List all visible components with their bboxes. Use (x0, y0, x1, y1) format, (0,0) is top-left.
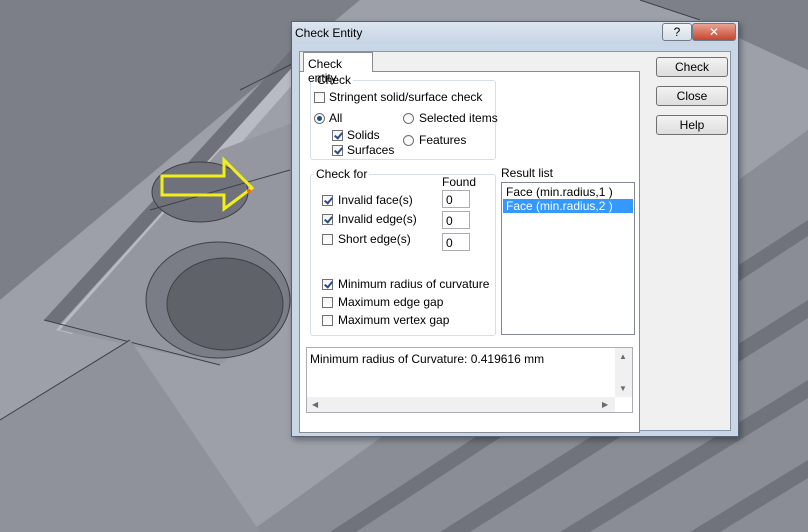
title-bar[interactable]: Check Entity ? ✕ (292, 22, 738, 44)
help-icon: ? (673, 25, 681, 39)
scroll-down-icon[interactable]: ▼ (619, 385, 627, 393)
vertical-scrollbar[interactable]: ▲ ▼ (615, 348, 632, 397)
invalid-faces-checkbox[interactable] (322, 195, 333, 206)
scope-features-radio[interactable] (403, 135, 414, 146)
list-item[interactable]: Face (min.radius,1 ) (503, 185, 633, 199)
max-vertex-gap-checkbox[interactable] (322, 315, 333, 326)
invalid-edges-checkbox[interactable] (322, 214, 333, 225)
horizontal-scrollbar[interactable]: ◀ ▶ (307, 397, 615, 412)
close-button-label: Close (676, 89, 708, 103)
scroll-left-icon[interactable]: ◀ (312, 401, 318, 409)
close-icon: ✕ (708, 25, 720, 39)
surfaces-checkbox[interactable] (332, 145, 343, 156)
message-text: Minimum radius of Curvature: 0.419616 mm (310, 352, 545, 366)
scope-all-label: All (329, 111, 343, 125)
help-button-label: Help (679, 118, 705, 132)
dialog-title: Check Entity (295, 26, 363, 40)
list-item[interactable]: Face (min.radius,2 ) (503, 199, 633, 213)
titlebar-close-button[interactable]: ✕ (692, 23, 736, 41)
short-edges-found: 0 (442, 233, 470, 251)
tab-check-entity[interactable]: Check entity (303, 52, 373, 85)
scope-features-label: Features (419, 133, 467, 147)
scroll-right-icon[interactable]: ▶ (602, 401, 608, 409)
stringent-checkbox[interactable] (314, 92, 325, 103)
message-textbox[interactable]: Minimum radius of Curvature: 0.419616 mm… (306, 347, 633, 413)
stringent-label: Stringent solid/surface check (329, 90, 483, 104)
help-button[interactable]: Help (656, 115, 728, 135)
scope-selected-label: Selected items (419, 111, 498, 125)
min-radius-checkbox[interactable] (322, 279, 333, 290)
max-edge-gap-label: Maximum edge gap (338, 295, 444, 309)
result-listbox[interactable]: Face (min.radius,1 ) Face (min.radius,2 … (501, 182, 635, 335)
check-button[interactable]: Check (656, 57, 728, 77)
short-edges-checkbox[interactable] (322, 234, 333, 245)
solids-checkbox[interactable] (332, 130, 343, 141)
scroll-up-icon[interactable]: ▲ (619, 353, 627, 361)
solids-label: Solids (347, 128, 380, 142)
surfaces-label: Surfaces (347, 143, 395, 157)
result-list-label: Result list (501, 166, 554, 180)
invalid-faces-found: 0 (442, 190, 470, 208)
max-edge-gap-checkbox[interactable] (322, 297, 333, 308)
invalid-edges-label: Invalid edge(s) (338, 212, 417, 226)
check-button-label: Check (674, 60, 709, 74)
close-button[interactable]: Close (656, 86, 728, 106)
check-for-group-label: Check for (314, 167, 370, 181)
titlebar-help-button[interactable]: ? (662, 23, 692, 41)
invalid-edges-found: 0 (442, 211, 470, 229)
scope-selected-radio[interactable] (403, 113, 414, 124)
short-edges-label: Short edge(s) (338, 232, 411, 246)
scope-all-radio[interactable] (314, 113, 325, 124)
max-vertex-gap-label: Maximum vertex gap (338, 313, 450, 327)
found-column-header: Found (442, 175, 477, 189)
min-radius-label: Minimum radius of curvature (338, 277, 490, 291)
invalid-faces-label: Invalid face(s) (338, 193, 413, 207)
